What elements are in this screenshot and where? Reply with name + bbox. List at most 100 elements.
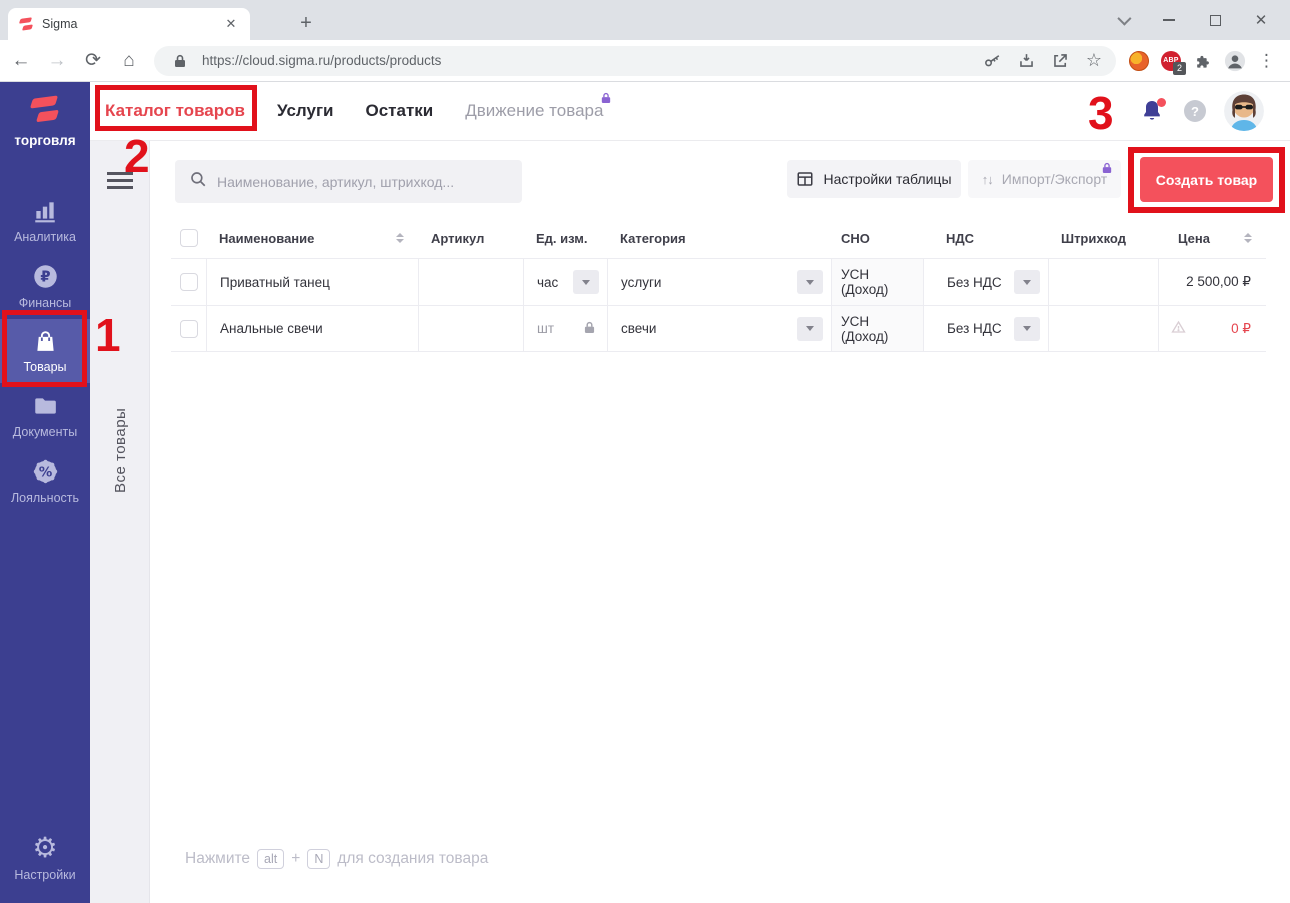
tab-services[interactable]: Услуги [277,101,334,121]
sidebar-item-label: Документы [13,425,77,439]
cell-article[interactable] [418,305,523,352]
row-select-cell [171,305,206,352]
https-lock-icon [168,49,192,73]
save-download-icon[interactable] [1014,49,1038,73]
hint-text: Нажмите [185,850,250,868]
create-product-button[interactable]: Создать товар [1140,157,1273,202]
forward-button[interactable]: → [42,46,72,76]
browser-profile-icon[interactable] [1224,50,1246,72]
cell-unit[interactable]: час [523,258,607,305]
sort-icon[interactable] [1244,233,1252,243]
table-settings-button[interactable]: Настройки таблицы [787,160,961,198]
table-row: Анальные свечи шт свечи УСН (Доход) Без … [171,305,1266,352]
sidebar-item-loyalty[interactable]: % Лояльность [0,448,90,514]
keycap-alt: alt [257,849,284,869]
tab-catalog[interactable]: Каталог товаров [105,101,245,121]
caret-down-icon [1023,280,1031,285]
url-text[interactable]: https://cloud.sigma.ru/products/products [202,53,970,68]
user-avatar[interactable] [1224,91,1264,131]
header-label: Наименование [219,231,314,246]
extensions-area: ABP 2 ⋮ [1128,50,1285,72]
category-dropdown[interactable] [797,317,823,341]
sigma-logo [26,94,64,128]
cell-barcode[interactable] [1048,305,1158,352]
unit-dropdown[interactable] [573,270,599,294]
cell-name[interactable]: Приватный танец [206,258,418,305]
minimize-icon [1163,19,1175,21]
hamburger-menu-icon[interactable] [107,172,133,193]
vat-dropdown[interactable] [1014,317,1040,341]
browser-tab-title: Sigma [42,17,214,31]
minimize-button[interactable] [1146,0,1192,40]
subsidebar-tab-all-products[interactable]: Все товары [90,213,150,493]
category-dropdown[interactable] [797,270,823,294]
header-category[interactable]: Категория [607,218,831,258]
sidebar-item-settings[interactable]: ⚙ Настройки [0,824,90,891]
header-barcode[interactable]: Штрихкод [1048,218,1158,258]
table-settings-label: Настройки таблицы [823,171,951,187]
cell-price[interactable]: 0 ₽ [1158,305,1266,352]
topnav-tabs: Каталог товаров Услуги Остатки Движение … [105,101,603,121]
import-export-button[interactable]: ↑↓ Импорт/Экспорт [968,160,1121,198]
share-icon[interactable] [1048,49,1072,73]
browser-tab[interactable]: Sigma ✕ [8,8,250,40]
products-subsidebar: Все товары [90,141,150,903]
header-article[interactable]: Артикул [418,218,523,258]
adblock-extension-icon[interactable]: ABP 2 [1160,50,1182,72]
refresh-button[interactable]: ⟳ [78,46,108,76]
cell-category[interactable]: свечи [607,305,831,352]
sidebar-item-documents[interactable]: Документы [0,383,90,448]
puzzle-extensions-icon[interactable] [1192,50,1214,72]
cell-price[interactable]: 2 500,00 ₽ [1158,258,1266,305]
search-input[interactable] [217,174,508,190]
row-select-cell [171,258,206,305]
notification-dot [1157,98,1166,107]
header-unit[interactable]: Ед. изм. [523,218,607,258]
bookmark-star-icon[interactable]: ☆ [1082,49,1106,73]
vat-dropdown[interactable] [1014,270,1040,294]
cell-category[interactable]: услуги [607,258,831,305]
sidebar-item-products[interactable]: Товары [0,319,90,383]
tab-goods-movement[interactable]: Движение товара [465,101,603,121]
cell-barcode[interactable] [1048,258,1158,305]
close-window-button[interactable]: ✕ [1238,0,1284,40]
cell-article[interactable] [418,258,523,305]
cell-unit: шт [523,305,607,352]
help-button[interactable]: ? [1184,100,1206,122]
cell-vat[interactable]: Без НДС [923,305,1048,352]
row-checkbox[interactable] [180,320,198,338]
sidebar-item-finance[interactable]: ₽ Финансы [0,253,90,319]
header-sno[interactable]: СНО [831,218,923,258]
maximize-button[interactable] [1192,0,1238,40]
stamp-extension-icon[interactable] [1128,50,1150,72]
back-button[interactable]: ← [6,46,36,76]
close-tab-icon[interactable]: ✕ [222,15,240,33]
chevron-down-icon [1117,12,1131,26]
app-brand: торговля [14,94,75,148]
new-tab-button[interactable]: + [292,9,320,37]
row-checkbox[interactable] [180,273,198,291]
cell-name[interactable]: Анальные свечи [206,305,418,352]
subsidebar-tab-label: Все товары [112,213,129,493]
tab-stock[interactable]: Остатки [366,101,434,121]
window-controls: ✕ [1100,0,1284,40]
product-search[interactable] [175,160,522,203]
home-button[interactable]: ⌂ [114,46,144,76]
category-value: свечи [621,321,656,336]
passwords-key-icon[interactable] [980,49,1004,73]
header-vat[interactable]: НДС [923,218,1048,258]
notifications-bell-icon[interactable] [1140,98,1166,124]
header-name[interactable]: Наименование [206,218,418,258]
cell-vat[interactable]: Без НДС [923,258,1048,305]
discount-badge-icon: % [32,458,59,485]
app-topnav: Каталог товаров Услуги Остатки Движение … [90,82,1290,141]
sidebar-item-analytics[interactable]: Аналитика [0,188,90,253]
products-content: Настройки таблицы ↑↓ Импорт/Экспорт Созд… [151,141,1290,903]
bar-chart-icon [32,198,58,224]
browser-menu-icon[interactable]: ⋮ [1258,51,1275,71]
header-price[interactable]: Цена [1158,218,1266,258]
sort-icon[interactable] [396,233,404,243]
tab-search-button[interactable] [1100,0,1146,40]
address-bar[interactable]: https://cloud.sigma.ru/products/products… [154,46,1116,76]
select-all-checkbox[interactable] [180,229,198,247]
